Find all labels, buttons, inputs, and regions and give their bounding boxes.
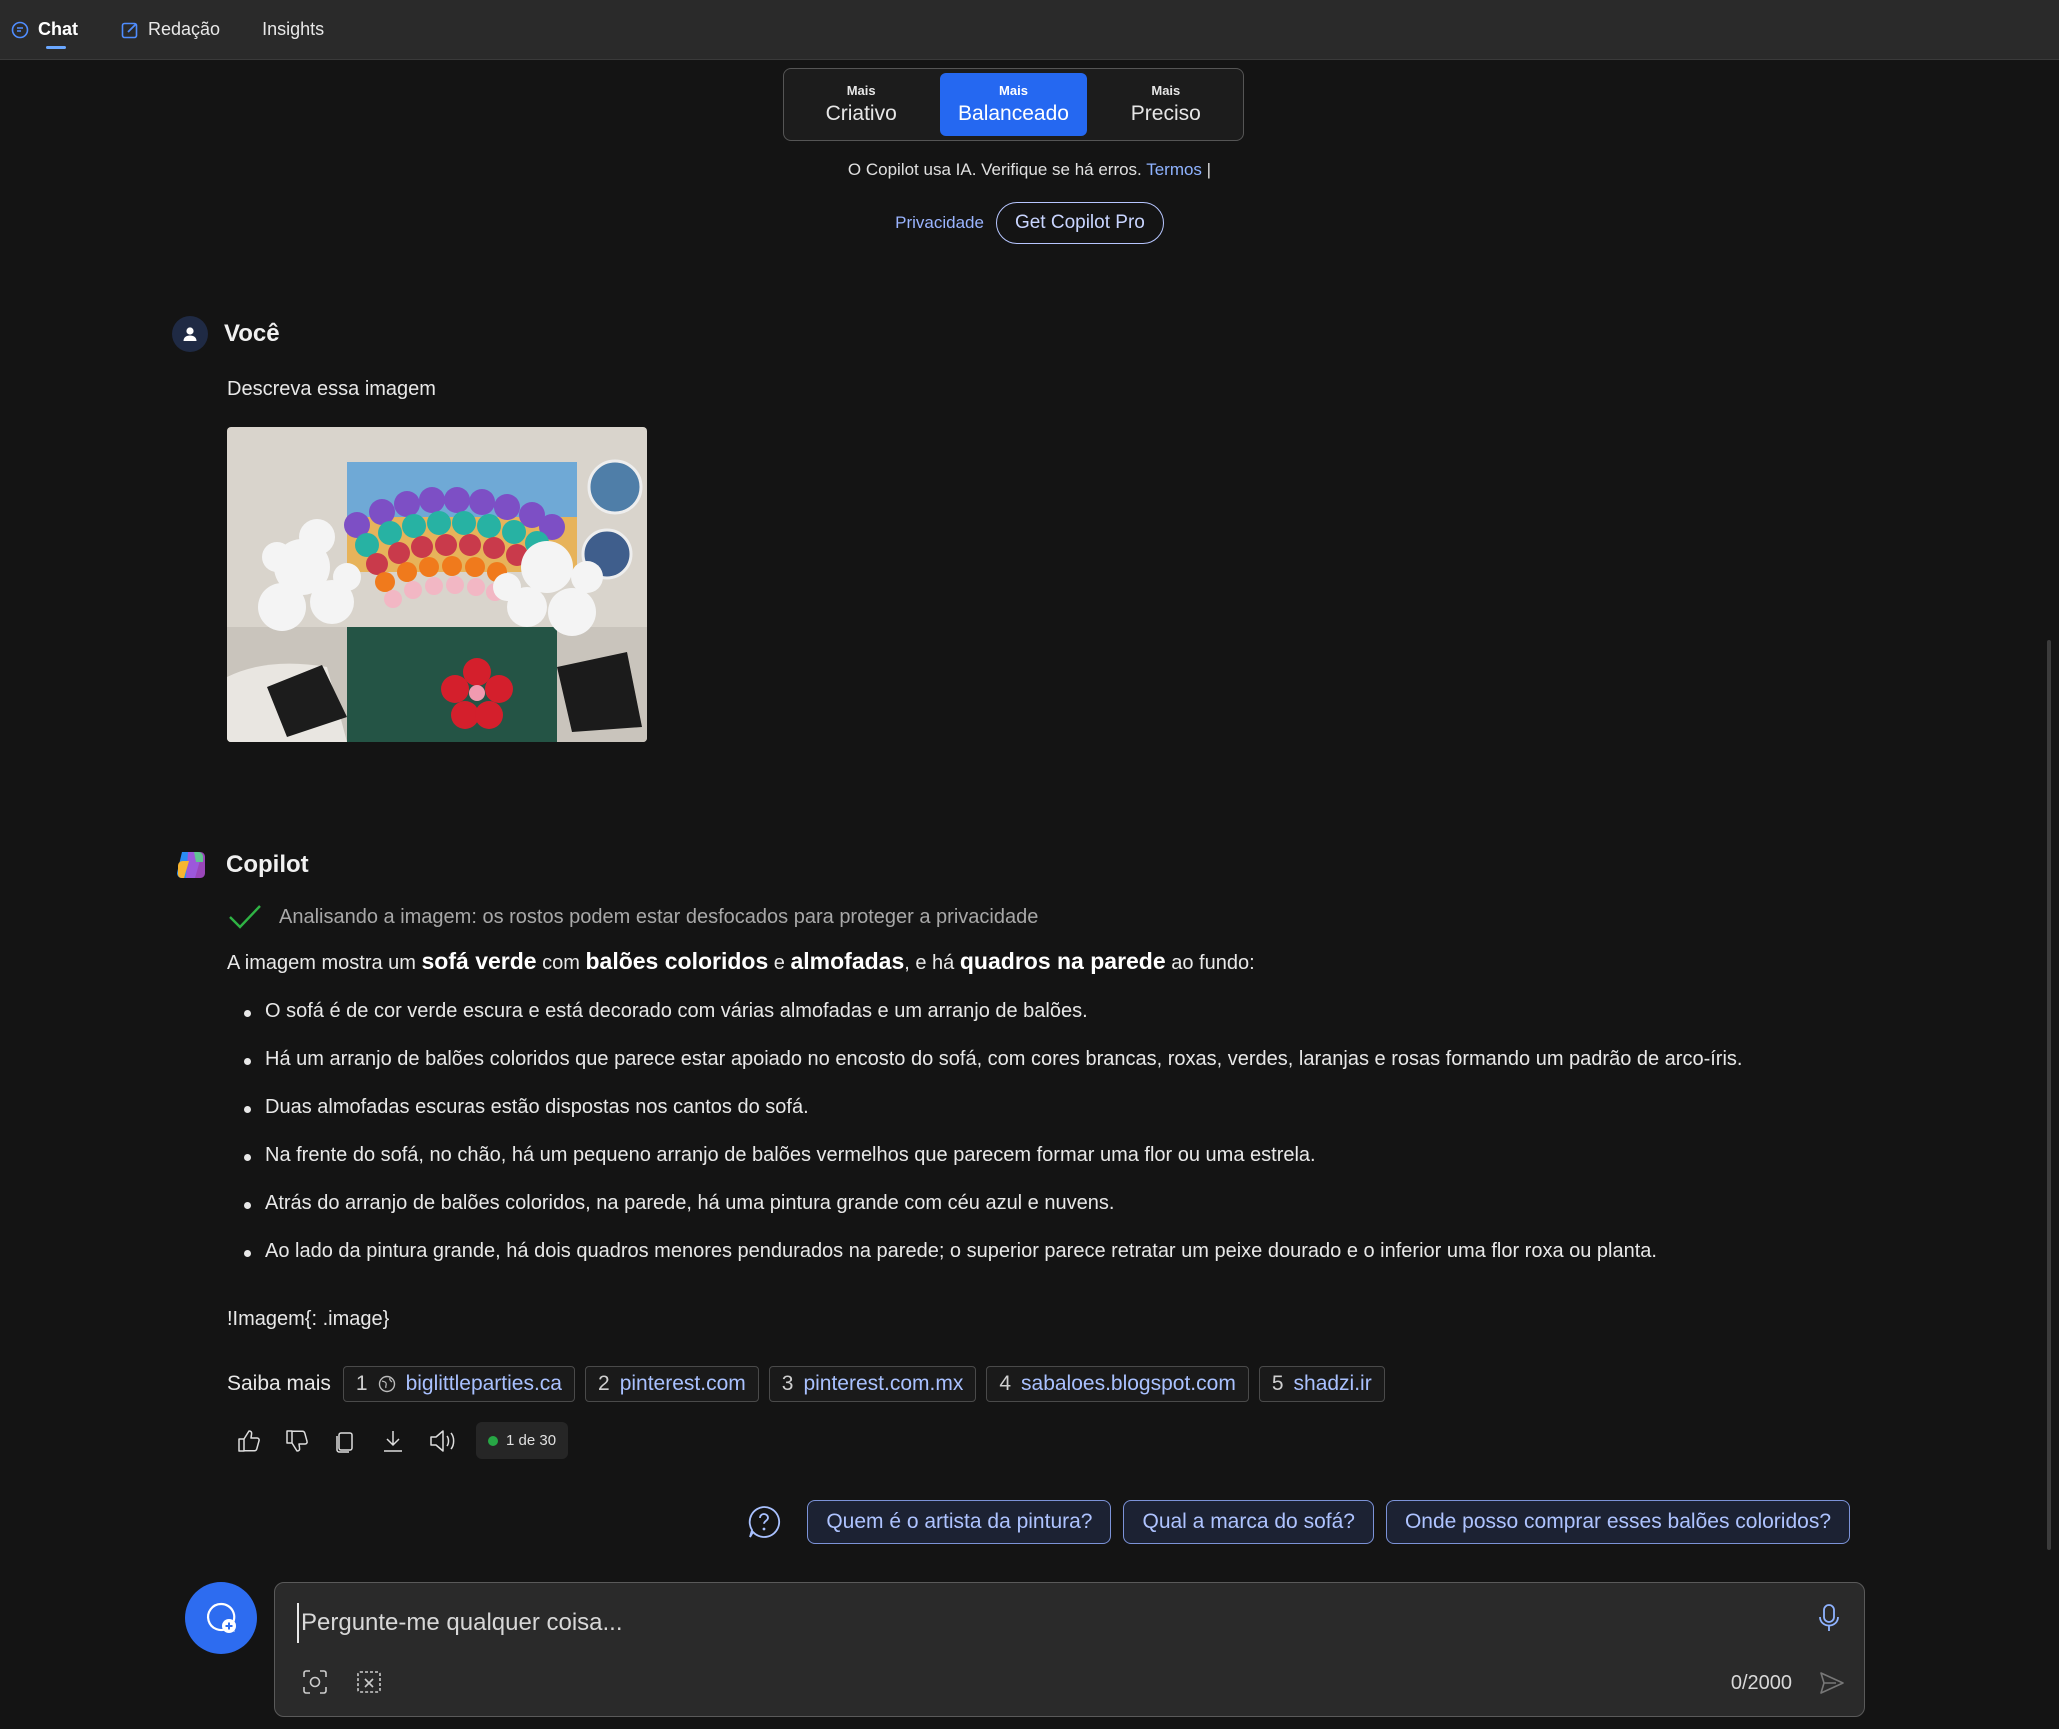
tab-insights-label: Insights xyxy=(262,19,325,39)
speaker-icon[interactable] xyxy=(428,1428,458,1454)
compose-icon xyxy=(121,22,138,38)
intro-bold-1: sofá verde xyxy=(421,948,537,974)
tone-balanced-label: Balanceado xyxy=(958,102,1069,125)
intro-text-2: com xyxy=(536,952,586,974)
disclaimer-separator: | xyxy=(1206,160,1212,179)
source-link-4[interactable]: 4 sabaloes.blogspot.com xyxy=(986,1366,1249,1402)
source-label: shadzi.ir xyxy=(1293,1372,1372,1395)
list-item: Duas almofadas escuras estão dispostas n… xyxy=(227,1096,1867,1144)
disclaimer-text: O Copilot usa IA. Verifique se há erros. xyxy=(847,160,1142,179)
privacy-row: Privacidade Get Copilot Pro xyxy=(0,202,2059,244)
visual-search-icon[interactable] xyxy=(301,1668,329,1696)
chat-icon xyxy=(11,21,29,38)
source-label: sabaloes.blogspot.com xyxy=(1021,1372,1236,1395)
list-item: O sofá é de cor verde escura e está deco… xyxy=(227,1000,1867,1048)
question-icon xyxy=(749,1506,781,1538)
tone-precise-button[interactable]: Mais Preciso xyxy=(1093,73,1239,136)
new-chat-icon xyxy=(206,1602,236,1633)
send-icon[interactable] xyxy=(1818,1669,1846,1697)
source-link-3[interactable]: 3 pinterest.com.mx xyxy=(768,1366,977,1402)
source-label: pinterest.com.mx xyxy=(803,1372,964,1395)
tone-precise-label: Preciso xyxy=(1130,102,1201,125)
uploaded-image[interactable] xyxy=(227,427,647,742)
microphone-icon[interactable] xyxy=(1816,1603,1842,1633)
status-dot-icon xyxy=(488,1435,498,1446)
learn-more-label: Saiba mais xyxy=(227,1372,331,1395)
response-actions: 1 de 30 xyxy=(236,1422,569,1459)
thumbs-up-icon[interactable] xyxy=(236,1428,262,1454)
answer-bullet-list: O sofá é de cor verde escura e está deco… xyxy=(227,1000,1867,1288)
scrollbar[interactable] xyxy=(2047,640,2051,1550)
response-counter-text: 1 de 30 xyxy=(506,1432,557,1449)
copilot-logo-icon xyxy=(177,852,205,878)
intro-text-5: ao fundo: xyxy=(1165,952,1255,974)
source-number: 5 xyxy=(1271,1372,1284,1395)
tab-chat[interactable]: Chat xyxy=(10,0,100,60)
source-link-5[interactable]: 5 shadzi.ir xyxy=(1258,1366,1385,1402)
source-number: 1 xyxy=(355,1372,368,1395)
list-item: Há um arranjo de balões coloridos que pa… xyxy=(227,1048,1867,1096)
checkmark-icon xyxy=(229,905,261,929)
response-counter: 1 de 30 xyxy=(476,1422,569,1459)
disclaimer: O Copilot usa IA. Verifique se há erros.… xyxy=(0,160,2059,180)
tab-insights[interactable]: Insights xyxy=(262,0,346,60)
get-copilot-pro-button[interactable]: Get Copilot Pro xyxy=(995,202,1164,244)
source-number: 3 xyxy=(781,1372,794,1395)
tone-balanced-button[interactable]: Mais Balanceado xyxy=(940,73,1087,136)
analysis-status: Analisando a imagem: os rostos podem est… xyxy=(227,903,1038,931)
user-message-text: Descreva essa imagem xyxy=(227,378,436,400)
intro-bold-2: balões coloridos xyxy=(585,948,769,974)
intro-text-4: , e há xyxy=(904,952,960,974)
intro-text-3: e xyxy=(768,952,791,974)
source-number: 4 xyxy=(999,1372,1012,1395)
intro-bold-3: almofadas xyxy=(790,948,905,974)
screenshot-icon[interactable] xyxy=(355,1668,383,1696)
copy-icon[interactable] xyxy=(332,1428,358,1454)
list-item: Atrás do arranjo de balões coloridos, na… xyxy=(227,1192,1867,1240)
source-link-1[interactable]: 1 biglittleparties.ca xyxy=(342,1366,575,1402)
user-avatar-icon xyxy=(172,316,208,352)
tone-precise-prefix: Mais xyxy=(1151,83,1181,98)
top-nav: Chat Redação Insights xyxy=(0,0,2059,60)
copilot-author: Copilot xyxy=(172,846,309,884)
source-link-2[interactable]: 2 pinterest.com xyxy=(585,1366,759,1402)
source-label: biglittleparties.ca xyxy=(405,1372,562,1395)
suggestion-chip[interactable]: Onde posso comprar esses balões colorido… xyxy=(1385,1500,1850,1544)
learn-more-row: Saiba mais 1 biglittleparties.ca 2 pinte… xyxy=(227,1366,1385,1402)
intro-bold-4: quadros na parede xyxy=(959,948,1166,974)
user-author: Você xyxy=(172,316,280,352)
new-topic-button[interactable] xyxy=(185,1582,257,1654)
terms-link[interactable]: Termos xyxy=(1146,160,1202,179)
intro-text-1: A imagem mostra um xyxy=(227,952,422,974)
message-composer: 0/2000 xyxy=(274,1582,1865,1717)
source-label: pinterest.com xyxy=(619,1372,746,1395)
image-markup-text: !Imagem{: .image} xyxy=(227,1308,390,1330)
tone-balanced-prefix: Mais xyxy=(999,83,1028,98)
tone-creative-button[interactable]: Mais Criativo xyxy=(788,73,934,136)
tone-creative-label: Criativo xyxy=(825,102,897,125)
tab-compose[interactable]: Redação xyxy=(120,0,242,60)
suggestion-chip[interactable]: Qual a marca do sofá? xyxy=(1123,1500,1374,1544)
suggestions-row: Quem é o artista da pintura? Qual a marc… xyxy=(747,1500,1850,1544)
thumbs-down-icon[interactable] xyxy=(284,1428,310,1454)
tab-chat-label: Chat xyxy=(38,19,78,39)
answer-intro: A imagem mostra um sofá verde com balões… xyxy=(227,945,1867,977)
tone-creative-prefix: Mais xyxy=(846,83,876,98)
tab-compose-label: Redação xyxy=(148,19,221,39)
globe-icon xyxy=(378,1375,395,1393)
char-counter: 0/2000 xyxy=(1730,1672,1792,1694)
list-item: Na frente do sofá, no chão, há um pequen… xyxy=(227,1144,1867,1192)
download-icon[interactable] xyxy=(380,1428,406,1454)
list-item: Ao lado da pintura grande, há dois quadr… xyxy=(227,1240,1867,1288)
suggestion-chip[interactable]: Quem é o artista da pintura? xyxy=(807,1500,1112,1544)
tone-selector: Mais Criativo Mais Balanceado Mais Preci… xyxy=(783,68,1244,141)
privacy-link[interactable]: Privacidade xyxy=(895,213,984,233)
source-number: 2 xyxy=(598,1372,610,1395)
chat-input[interactable] xyxy=(297,1603,1747,1643)
sofa-balloons-photo-icon xyxy=(227,427,647,742)
analysis-status-text: Analisando a imagem: os rostos podem est… xyxy=(279,905,1039,928)
copilot-author-name: Copilot xyxy=(226,851,309,878)
user-author-name: Você xyxy=(224,320,280,347)
